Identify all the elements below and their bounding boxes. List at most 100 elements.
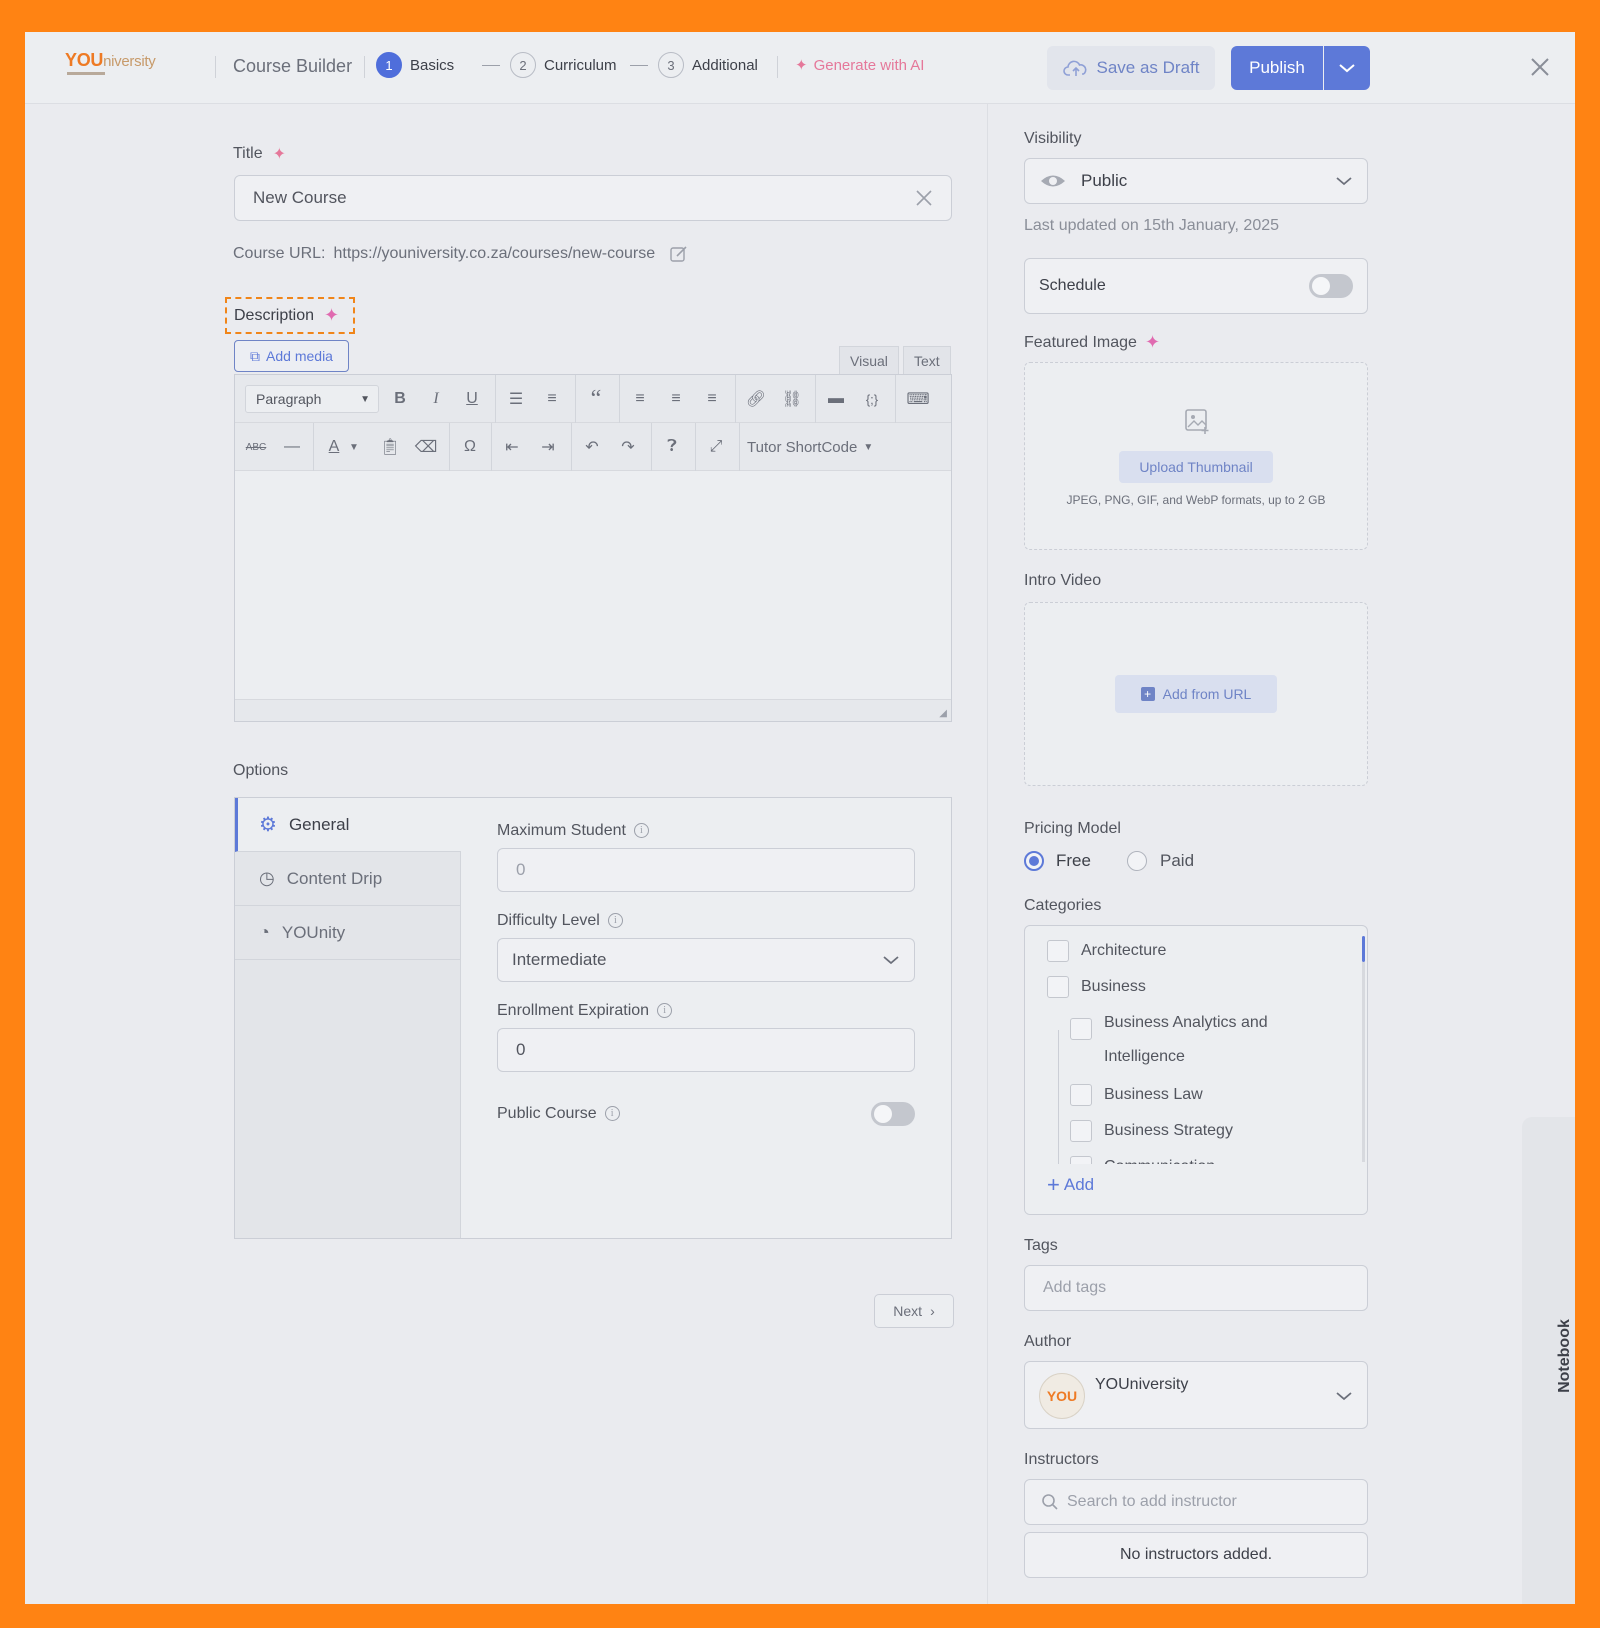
chevron-down-icon[interactable]: ▼ (347, 435, 361, 459)
clear-icon[interactable] (915, 189, 933, 207)
pricing-free-radio[interactable] (1024, 851, 1044, 871)
scrollbar-track[interactable] (1362, 962, 1365, 1162)
indent-icon[interactable]: ⇥ (535, 435, 561, 459)
category-checkbox[interactable] (1070, 1018, 1092, 1040)
close-icon[interactable] (1525, 52, 1555, 82)
publish-button[interactable]: Publish (1231, 46, 1323, 90)
step-additional[interactable]: 3 Additional (658, 51, 758, 79)
publish-options-dropdown[interactable] (1324, 46, 1370, 90)
tree-line (1058, 1030, 1059, 1170)
save-draft-button[interactable]: Save as Draft (1047, 46, 1215, 90)
chevron-down-icon (883, 956, 899, 965)
read-more-icon[interactable]: ▬ (823, 387, 849, 411)
italic-icon[interactable]: I (423, 387, 449, 411)
redo-icon[interactable]: ↷ (615, 435, 641, 459)
tags-input[interactable]: Add tags (1024, 1265, 1368, 1311)
schedule-row: Schedule (1024, 258, 1368, 314)
step-basics[interactable]: 1 Basics (376, 51, 454, 79)
pricing-paid-radio[interactable] (1127, 851, 1147, 871)
category-item[interactable]: Communication (1070, 1150, 1215, 1164)
resize-handle-icon[interactable]: ◢ (939, 708, 947, 719)
visibility-select[interactable]: Public (1024, 158, 1368, 204)
underline-icon[interactable]: U (459, 387, 485, 411)
notebook-panel-tab[interactable]: Notebook (1522, 1117, 1575, 1604)
difficulty-select[interactable]: Intermediate (497, 938, 915, 982)
title-input[interactable]: New Course (234, 175, 952, 221)
upload-thumbnail-button[interactable]: Upload Thumbnail (1119, 451, 1273, 483)
step-curriculum[interactable]: 2 Curriculum (510, 51, 617, 79)
tab-content-drip[interactable]: ◷ Content Drip (235, 852, 461, 906)
enrollment-expiration-input[interactable]: 0 (497, 1028, 915, 1072)
shortcode-icon[interactable]: {;} (859, 387, 885, 411)
toolbar-divider (491, 423, 492, 471)
paragraph-select[interactable]: Paragraph ▼ (245, 385, 379, 413)
description-editor[interactable]: Paragraph ▼ B I U ☰ ≡ “ ≡ ≡ ≡ 🔗︎ ⛓︎ ▬ {;}… (234, 374, 952, 722)
intro-video-label: Intro Video (1024, 572, 1102, 589)
text-color-icon[interactable]: A (321, 435, 347, 459)
tutor-shortcode-dropdown[interactable]: Tutor ShortCode ▼ (747, 435, 887, 459)
max-student-label: Maximum Student i (497, 822, 649, 840)
add-from-url-button[interactable]: + Add from URL (1115, 675, 1277, 713)
numbered-list-icon[interactable]: ≡ (539, 387, 565, 411)
category-item[interactable]: Business (1047, 970, 1146, 1004)
category-checkbox[interactable] (1047, 976, 1069, 998)
bold-icon[interactable]: B (387, 387, 413, 411)
link-icon[interactable]: 🔗︎ (743, 387, 769, 411)
featured-image-dropzone[interactable]: Upload Thumbnail JPEG, PNG, GIF, and Web… (1024, 362, 1368, 550)
category-item[interactable]: Business Law (1070, 1078, 1203, 1112)
gear-icon: ⚙ (259, 814, 277, 836)
horizontal-line-icon[interactable]: — (279, 435, 305, 459)
tab-text[interactable]: Text (903, 346, 951, 374)
cloud-upload-icon (1062, 60, 1086, 76)
avatar: YOU (1039, 1373, 1085, 1419)
align-left-icon[interactable]: ≡ (627, 387, 653, 411)
category-item[interactable]: Business Analytics and Intelligence (1070, 1006, 1300, 1074)
pricing-free-label: Free (1056, 851, 1091, 870)
course-url-label: Course URL: (233, 245, 326, 262)
unlink-icon[interactable]: ⛓︎ (779, 387, 805, 411)
strikethrough-icon[interactable]: ABC (243, 435, 269, 459)
categories-label: Categories (1024, 897, 1102, 914)
clear-formatting-icon[interactable]: ⌫ (413, 435, 439, 459)
next-button[interactable]: Next › (874, 1294, 954, 1328)
undo-icon[interactable]: ↶ (579, 435, 605, 459)
scrollbar-thumb[interactable] (1362, 936, 1365, 962)
keyboard-icon[interactable]: ⌨︎ (905, 387, 931, 411)
special-character-icon[interactable]: Ω (457, 435, 483, 459)
category-item[interactable]: Business Strategy (1070, 1114, 1233, 1148)
align-center-icon[interactable]: ≡ (663, 387, 689, 411)
add-category-button[interactable]: + Add (1047, 1172, 1094, 1198)
instructor-search-input[interactable]: Search to add instructor (1024, 1479, 1368, 1525)
toolbar-divider (619, 375, 620, 423)
schedule-label: Schedule (1039, 277, 1106, 294)
category-checkbox[interactable] (1070, 1120, 1092, 1142)
schedule-toggle[interactable] (1309, 274, 1353, 298)
outdent-icon[interactable]: ⇤ (499, 435, 525, 459)
edit-icon[interactable] (669, 244, 689, 264)
max-student-input[interactable]: 0 (497, 848, 915, 892)
fullscreen-icon[interactable]: ⤢ (703, 435, 729, 459)
align-right-icon[interactable]: ≡ (699, 387, 725, 411)
author-select[interactable]: YOU YOUniversity (1024, 1361, 1368, 1429)
info-icon[interactable]: i (607, 913, 623, 929)
tab-younity[interactable]: ◔ YOUnity (235, 906, 461, 960)
info-icon[interactable]: i (633, 823, 649, 839)
help-icon[interactable]: ❓︎ (659, 435, 685, 459)
tab-general[interactable]: ⚙ General (235, 798, 461, 852)
tab-visual[interactable]: Visual (839, 346, 899, 374)
paste-text-icon[interactable]: 📋︎ (377, 435, 403, 459)
generate-with-ai-button[interactable]: ✦ Generate with AI (795, 56, 924, 75)
category-checkbox[interactable] (1070, 1156, 1092, 1164)
category-item[interactable]: Architecture (1047, 934, 1166, 968)
notebook-label: Notebook (1555, 1319, 1573, 1393)
toolbar-divider (735, 375, 736, 423)
public-course-toggle[interactable] (871, 1102, 915, 1126)
info-icon[interactable]: i (604, 1106, 620, 1122)
info-icon[interactable]: i (657, 1003, 673, 1019)
add-media-button[interactable]: ⧉ Add media (234, 340, 349, 372)
category-checkbox[interactable] (1070, 1084, 1092, 1106)
category-checkbox[interactable] (1047, 940, 1069, 962)
blockquote-icon[interactable]: “ (583, 386, 609, 412)
step-number: 3 (658, 52, 684, 78)
bullet-list-icon[interactable]: ☰ (503, 387, 529, 411)
